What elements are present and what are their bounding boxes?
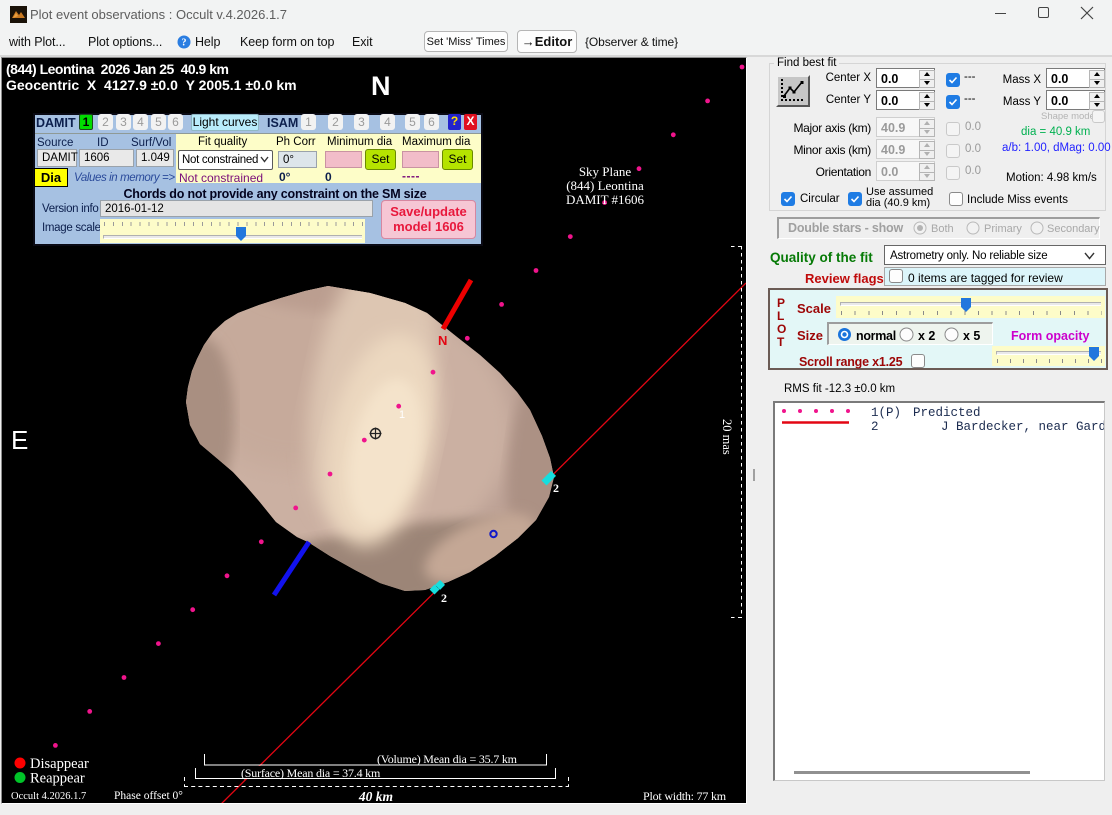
svg-text:(844) Leontina 2026 Jan 25 4: (844) Leontina 2026 Jan 25 40.9 km bbox=[6, 61, 229, 77]
svg-text:N: N bbox=[371, 71, 391, 101]
svg-text:DAMIT #1606: DAMIT #1606 bbox=[566, 192, 645, 207]
svg-text:(Surface) Mean dia = 37.4 km: (Surface) Mean dia = 37.4 km bbox=[241, 766, 381, 780]
svg-text:(Volume) Mean dia = 35.7 km: (Volume) Mean dia = 35.7 km bbox=[377, 752, 518, 766]
svg-text:Predicted: Predicted bbox=[913, 406, 981, 420]
svg-text:Geocentric X 4127.9 ±0.0 Y: Geocentric X 4127.9 ±0.0 Y 2005.1 ±0.0 k… bbox=[6, 77, 297, 93]
svg-text:Phase offset 0°: Phase offset 0° bbox=[114, 790, 183, 802]
svg-text:E: E bbox=[11, 425, 28, 455]
svg-text:20 mas: 20 mas bbox=[720, 419, 734, 455]
svg-text:1(P): 1(P) bbox=[871, 406, 901, 420]
svg-text:Plot width: 77 km: Plot width: 77 km bbox=[643, 789, 727, 803]
svg-text:N: N bbox=[438, 333, 447, 348]
svg-text:?: ? bbox=[182, 38, 187, 49]
svg-text:Occult 4.2026.1.7: Occult 4.2026.1.7 bbox=[11, 791, 86, 802]
svg-text:Sky Plane: Sky Plane bbox=[579, 164, 632, 179]
svg-text:J Bardecker, near Gardn: J Bardecker, near Gardn bbox=[941, 420, 1104, 434]
svg-text:2: 2 bbox=[871, 420, 879, 434]
svg-text:1: 1 bbox=[399, 409, 405, 421]
svg-text:2: 2 bbox=[553, 481, 559, 495]
svg-text:40 km: 40 km bbox=[358, 789, 393, 803]
svg-text:Reappear: Reappear bbox=[30, 771, 85, 787]
svg-text:2: 2 bbox=[441, 591, 447, 605]
svg-text:(844) Leontina: (844) Leontina bbox=[566, 178, 644, 193]
